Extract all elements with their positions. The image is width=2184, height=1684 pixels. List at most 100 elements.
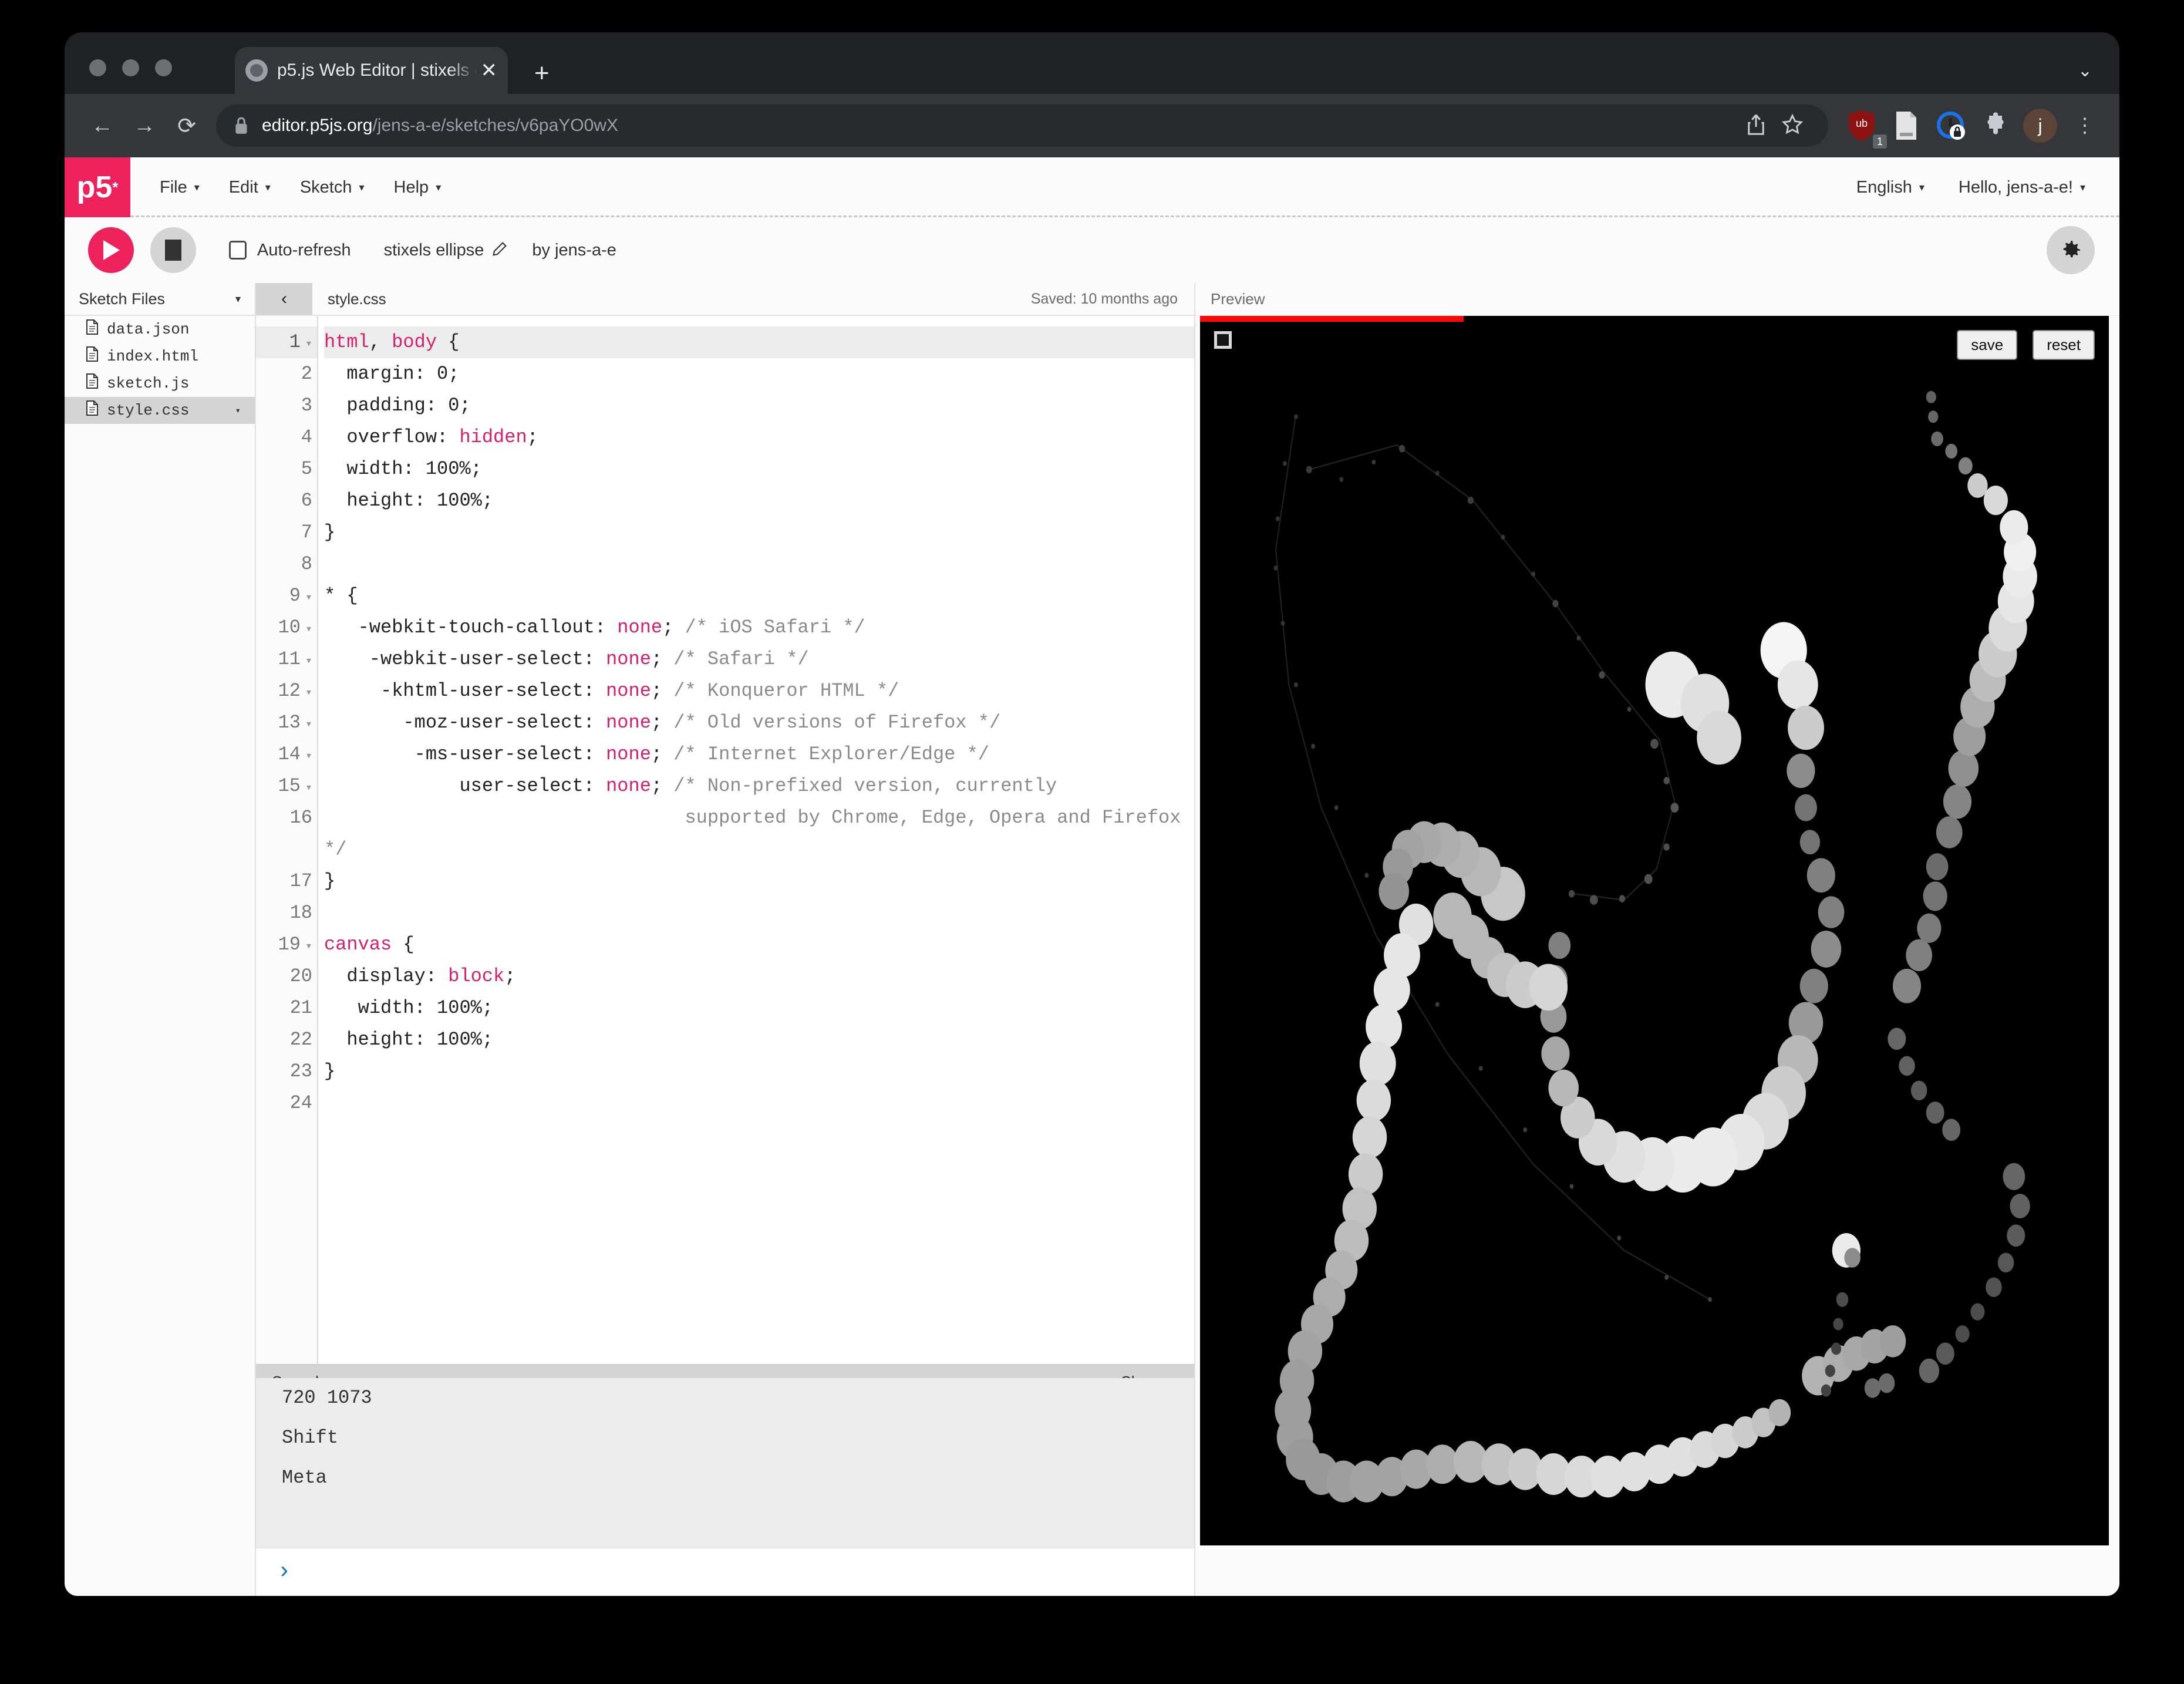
clock-lock-icon[interactable]: [1930, 105, 1971, 146]
chevron-down-icon[interactable]: ▾: [235, 293, 241, 305]
auto-refresh-toggle[interactable]: Auto-refresh: [229, 241, 351, 260]
chevron-down-icon: ▾: [359, 181, 365, 193]
fold-arrow-icon[interactable]: ▾: [301, 646, 312, 678]
console-input-row[interactable]: ›: [256, 1548, 1194, 1596]
stop-button[interactable]: [150, 227, 196, 273]
file-name: style.css: [107, 402, 190, 419]
fold-arrow-icon[interactable]: ▾: [301, 709, 312, 741]
code-token: height: 100%;: [324, 490, 494, 511]
menu-sketch[interactable]: Sketch ▾: [287, 172, 378, 203]
menu-help[interactable]: Help ▾: [381, 172, 454, 203]
auto-refresh-checkbox[interactable]: [229, 241, 247, 260]
code-token: ;: [651, 712, 674, 733]
puzzle-piece-icon[interactable]: [1975, 105, 2016, 146]
settings-button[interactable]: [2047, 226, 2095, 274]
fold-arrow-icon[interactable]: ▾: [301, 329, 312, 361]
code-line: width: 100%;: [324, 453, 1194, 485]
code-area[interactable]: 1 ▾ 2 3 4 5 6 7 8 9 ▾ 10 ▾ 11 ▾ 12 ▾ 13 ▾ 14 ▾ 15 ▾ 16 17 18 19 ▾ 20…: [256, 316, 1194, 1364]
code-token: none: [606, 648, 651, 670]
menu-sketch-label: Sketch: [299, 177, 352, 197]
pencil-icon[interactable]: [492, 241, 507, 260]
ublock-shield-icon[interactable]: ub 1: [1841, 105, 1887, 149]
code-token: /* Old versions of Firefox */: [673, 712, 1001, 733]
share-icon[interactable]: [1738, 113, 1774, 139]
code-line: * {: [324, 580, 1194, 612]
console-line: Shift: [282, 1427, 339, 1449]
file-item[interactable]: sketch.js: [65, 370, 255, 397]
file-item[interactable]: style.css ▾: [65, 397, 255, 424]
code-line: padding: 0;: [324, 390, 1194, 422]
url-input[interactable]: editor.p5js.org/jens-a-e/sketches/v6paYO…: [216, 105, 1828, 147]
sketch-author[interactable]: by jens-a-e: [532, 241, 616, 260]
line-number: 13 ▾: [256, 707, 317, 739]
line-number: 14 ▾: [256, 739, 317, 770]
app-account-group: English ▾ Hello, jens-a-e! ▾: [1843, 157, 2119, 217]
chevron-down-icon: ▾: [194, 181, 200, 193]
chevron-down-icon: ▾: [2079, 181, 2085, 193]
language-selector[interactable]: English ▾: [1843, 172, 1937, 203]
fold-arrow-icon[interactable]: ▾: [301, 773, 312, 804]
avatar[interactable]: j: [2020, 105, 2061, 146]
reload-button[interactable]: ⟳: [166, 113, 208, 139]
file-options-icon[interactable]: ▾: [235, 405, 241, 416]
maximize-window-button[interactable]: [155, 59, 172, 76]
play-button[interactable]: [88, 227, 134, 273]
code-token: none: [606, 712, 651, 733]
line-number: 21: [289, 997, 312, 1019]
chevron-down-icon[interactable]: ⌄: [2078, 60, 2092, 81]
sketch-canvas[interactable]: save reset: [1200, 316, 2109, 1545]
file-icon: [86, 400, 99, 420]
code-token: none: [606, 680, 651, 702]
close-window-button[interactable]: [89, 59, 106, 76]
fold-arrow-icon[interactable]: ▾: [301, 678, 312, 709]
code-token: /* Safari */: [673, 648, 809, 670]
account-menu[interactable]: Hello, jens-a-e! ▾: [1946, 172, 2098, 203]
fold-arrow-icon[interactable]: ▾: [301, 582, 312, 614]
code-text[interactable]: html, body { margin: 0; padding: 0; over…: [318, 316, 1194, 1364]
minimize-window-button[interactable]: [122, 59, 139, 76]
file-item[interactable]: index.html: [65, 343, 255, 370]
new-tab-button[interactable]: +: [534, 60, 550, 86]
browser-tab[interactable]: p5.js Web Editor | stixels ellipse ✕: [235, 47, 508, 94]
close-icon[interactable]: ✕: [481, 60, 498, 80]
line-number: 9 ▾: [256, 580, 317, 612]
fold-arrow-icon[interactable]: ▾: [301, 741, 312, 773]
menu-help-label: Help: [393, 177, 429, 197]
console-line: Meta: [282, 1467, 327, 1488]
code-token: -webkit-touch-callout:: [324, 617, 618, 638]
menu-edit[interactable]: Edit ▾: [216, 172, 284, 203]
forward-button[interactable]: →: [123, 113, 166, 139]
code-token: overflow:: [324, 426, 460, 448]
document-icon[interactable]: [1886, 105, 1927, 146]
file-item[interactable]: data.json: [65, 316, 255, 343]
p5-logo-superscript: *: [112, 178, 119, 196]
fold-arrow-icon[interactable]: ▾: [301, 614, 312, 646]
code-token: none: [606, 775, 651, 797]
code-line: width: 100%;: [324, 992, 1194, 1024]
avatar-initial: j: [2023, 109, 2057, 143]
code-line: html, body {: [324, 326, 1194, 358]
code-line: -webkit-touch-callout: none; /* iOS Safa…: [324, 612, 1194, 644]
code-token: canvas: [324, 934, 392, 955]
star-icon[interactable]: [1774, 113, 1811, 139]
browser-menu-button[interactable]: ⋮: [2064, 105, 2105, 146]
code-line: }: [324, 1056, 1194, 1087]
code-token: ;: [527, 426, 538, 448]
code-line: height: 100%;: [324, 485, 1194, 517]
code-line: margin: 0;: [324, 358, 1194, 390]
back-button[interactable]: ←: [81, 113, 123, 139]
collapse-sidebar-button[interactable]: ‹: [256, 283, 312, 315]
save-button[interactable]: save: [1957, 330, 2018, 360]
code-line: }: [324, 865, 1194, 897]
sketch-name[interactable]: stixels ellipse: [384, 241, 484, 260]
loading-progress-bar: [1200, 316, 1464, 322]
reset-button[interactable]: reset: [2033, 330, 2095, 360]
fold-arrow-icon[interactable]: ▾: [301, 931, 312, 963]
p5-logo[interactable]: p5 *: [65, 157, 130, 217]
menu-file[interactable]: File ▾: [147, 172, 213, 203]
lock-icon: [234, 116, 249, 135]
canvas-toggle-checkbox[interactable]: [1214, 331, 1232, 349]
line-number: 24: [289, 1092, 312, 1114]
